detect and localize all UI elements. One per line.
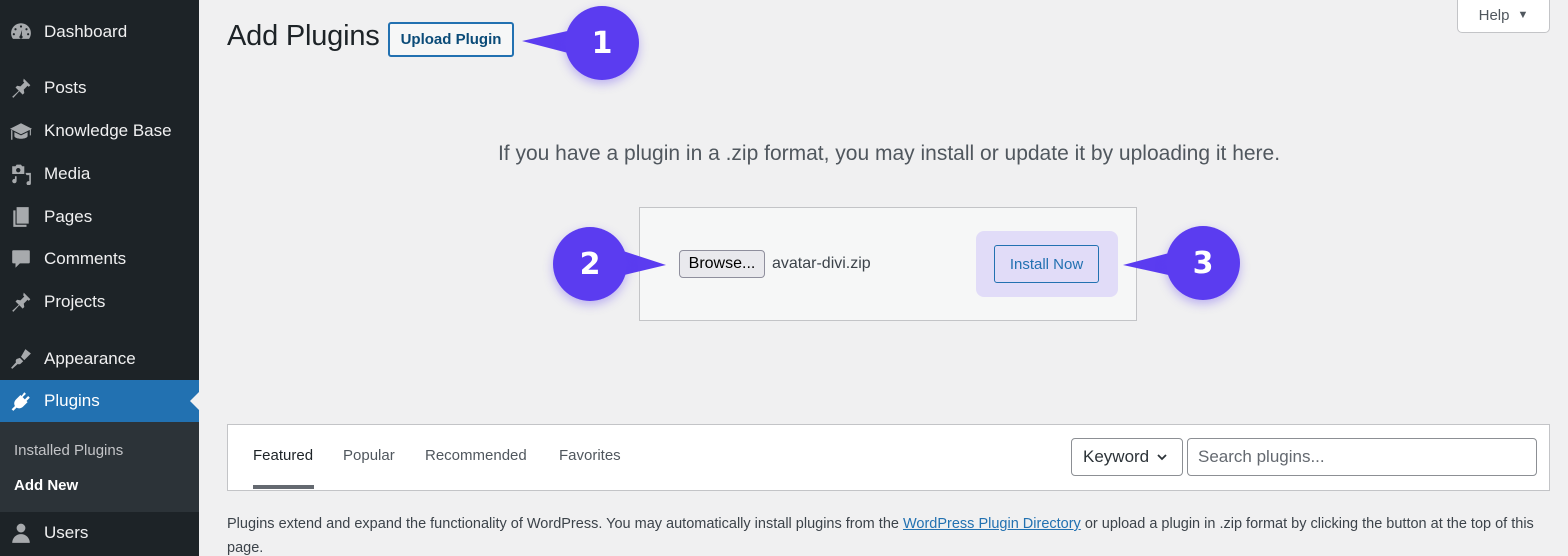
tab-featured[interactable]: Featured: [253, 447, 313, 464]
pin-icon: [9, 290, 33, 314]
paintbrush-icon: [9, 347, 33, 371]
active-tab-indicator: [253, 485, 314, 489]
upload-description: If you have a plugin in a .zip format, y…: [497, 142, 1281, 165]
tab-favorites[interactable]: Favorites: [559, 447, 621, 464]
admin-sidebar: Dashboard Posts Knowledge Base Media Pag…: [0, 0, 199, 556]
upload-plugin-button[interactable]: Upload Plugin: [388, 22, 514, 57]
sidebar-item-plugins[interactable]: Plugins: [0, 380, 199, 422]
page-title: Add Plugins: [227, 20, 380, 52]
submenu-item-installed-plugins[interactable]: Installed Plugins: [14, 442, 123, 459]
selected-file-name: avatar-divi.zip: [772, 255, 871, 272]
search-type-select[interactable]: Keyword: [1071, 438, 1183, 476]
plugins-submenu: Installed Plugins Add New: [0, 422, 199, 512]
plugins-info-text: Plugins extend and expand the functional…: [227, 512, 1557, 556]
sidebar-item-label: Users: [44, 523, 89, 542]
callout-badge-3: 3: [1166, 226, 1240, 300]
sidebar-item-pages[interactable]: Pages: [0, 196, 199, 238]
sidebar-item-label: Plugins: [44, 391, 100, 410]
pages-icon: [9, 205, 33, 229]
user-icon: [9, 521, 33, 545]
sidebar-item-label: Posts: [44, 78, 87, 97]
plugin-directory-link[interactable]: WordPress Plugin Directory: [903, 516, 1081, 532]
callout-badge-2: 2: [553, 227, 627, 301]
plug-icon: [9, 389, 33, 413]
caret-down-icon: ▼: [1517, 9, 1529, 21]
sidebar-item-users[interactable]: Users: [0, 512, 199, 554]
install-now-button[interactable]: Install Now: [994, 245, 1099, 283]
help-button[interactable]: Help ▼: [1457, 0, 1550, 33]
sidebar-item-label: Dashboard: [44, 22, 128, 41]
callout-badge-1: 1: [565, 6, 639, 80]
sidebar-item-label: Appearance: [44, 349, 136, 368]
sidebar-item-posts[interactable]: Posts: [0, 67, 199, 109]
graduation-cap-icon: [9, 119, 33, 143]
sidebar-item-projects[interactable]: Projects: [0, 281, 199, 323]
sidebar-item-label: Knowledge Base: [44, 121, 172, 140]
info-text-before: Plugins extend and expand the functional…: [227, 516, 903, 532]
sidebar-item-appearance[interactable]: Appearance: [0, 338, 199, 380]
tab-popular[interactable]: Popular: [343, 447, 395, 464]
sidebar-item-label: Pages: [44, 207, 93, 226]
pin-icon: [9, 76, 33, 100]
sidebar-item-label: Comments: [44, 249, 127, 268]
search-plugins-input[interactable]: [1187, 438, 1537, 476]
comment-icon: [9, 247, 33, 271]
sidebar-item-label: Media: [44, 164, 91, 183]
help-label: Help: [1478, 6, 1510, 24]
sidebar-item-comments[interactable]: Comments: [0, 238, 199, 280]
browse-button[interactable]: Browse...: [679, 250, 765, 278]
tab-recommended[interactable]: Recommended: [425, 447, 527, 464]
sidebar-item-dashboard[interactable]: Dashboard: [0, 11, 199, 53]
search-type-value: Keyword: [1083, 447, 1150, 466]
submenu-item-add-new[interactable]: Add New: [14, 477, 78, 494]
dashboard-icon: [9, 20, 33, 44]
chevron-down-icon: [1157, 454, 1167, 461]
sidebar-item-label: Projects: [44, 292, 106, 311]
